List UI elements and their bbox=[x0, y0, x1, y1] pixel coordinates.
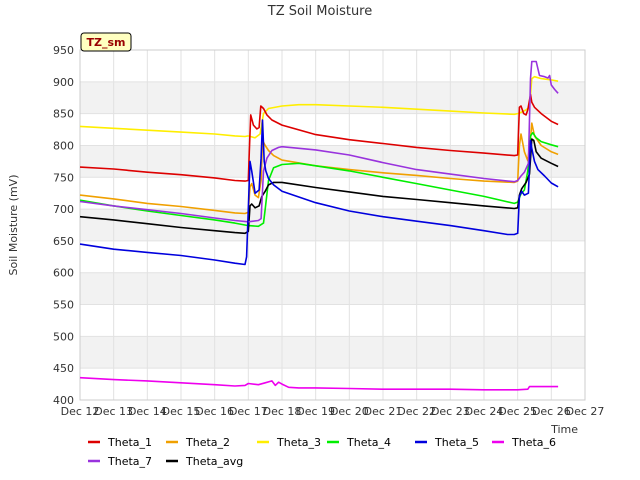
x-tick-label: Dec 27 bbox=[566, 405, 605, 418]
station-badge-text: TZ_sm bbox=[87, 36, 126, 49]
plot-band bbox=[80, 304, 585, 337]
plot-band bbox=[80, 336, 585, 369]
legend-label: Theta_avg bbox=[185, 455, 243, 468]
y-tick-label: 650 bbox=[53, 235, 74, 248]
chart-title: TZ Soil Moisture bbox=[267, 4, 373, 19]
x-axis-label: Time bbox=[550, 423, 578, 436]
legend-item-theta-1: Theta_1 bbox=[88, 436, 152, 449]
y-axis-label: Soil Moisture (mV) bbox=[7, 175, 20, 276]
plot-band bbox=[80, 368, 585, 400]
y-tick-label: 950 bbox=[53, 44, 74, 57]
y-tick-label: 900 bbox=[53, 76, 74, 89]
legend-label: Theta_7 bbox=[107, 455, 152, 468]
y-tick-label: 800 bbox=[53, 139, 74, 152]
station-badge: TZ_sm bbox=[80, 32, 132, 52]
y-tick-label: 500 bbox=[53, 330, 74, 343]
plot-band bbox=[80, 240, 585, 273]
y-tick-label: 850 bbox=[53, 108, 74, 121]
y-tick-label: 450 bbox=[53, 362, 74, 375]
legend-label: Theta_1 bbox=[107, 436, 152, 449]
x-axis-tick-labels: Dec 12Dec 13Dec 14Dec 15Dec 16Dec 17Dec … bbox=[61, 405, 605, 418]
legend-item-theta-5: Theta_5 bbox=[415, 436, 479, 449]
legend-label: Theta_4 bbox=[346, 436, 391, 449]
y-tick-label: 600 bbox=[53, 267, 74, 280]
y-tick-label: 750 bbox=[53, 171, 74, 184]
legend-label: Theta_5 bbox=[434, 436, 479, 449]
legend-item-theta-4: Theta_4 bbox=[327, 436, 391, 449]
plot-band bbox=[80, 50, 585, 82]
plot-band bbox=[80, 81, 585, 114]
legend-label: Theta_3 bbox=[276, 436, 321, 449]
y-tick-label: 700 bbox=[53, 203, 74, 216]
plot-band bbox=[80, 272, 585, 305]
y-tick-label: 400 bbox=[53, 394, 74, 407]
plot-band bbox=[80, 113, 585, 146]
y-tick-label: 550 bbox=[53, 299, 74, 312]
y-axis-tick-labels: 400 450 500 550 600 650 700 750 800 850 900 950 bbox=[53, 44, 74, 407]
legend-item-theta-3: Theta_3 bbox=[257, 436, 321, 449]
soil-moisture-chart: TZ Soil Moisture Dec 12Dec 13Dec 14Dec 1… bbox=[7, 4, 605, 468]
legend-item-theta-7: Theta_7 bbox=[88, 455, 152, 468]
legend-item-theta-avg: Theta_avg bbox=[166, 455, 243, 468]
legend-item-theta-6: Theta_6 bbox=[492, 436, 556, 449]
legend-label: Theta_2 bbox=[185, 436, 230, 449]
legend: Theta_1 Theta_2 Theta_3 Theta_4 Theta_5 Theta… bbox=[88, 436, 556, 468]
legend-label: Theta_6 bbox=[511, 436, 556, 449]
legend-item-theta-2: Theta_2 bbox=[166, 436, 230, 449]
